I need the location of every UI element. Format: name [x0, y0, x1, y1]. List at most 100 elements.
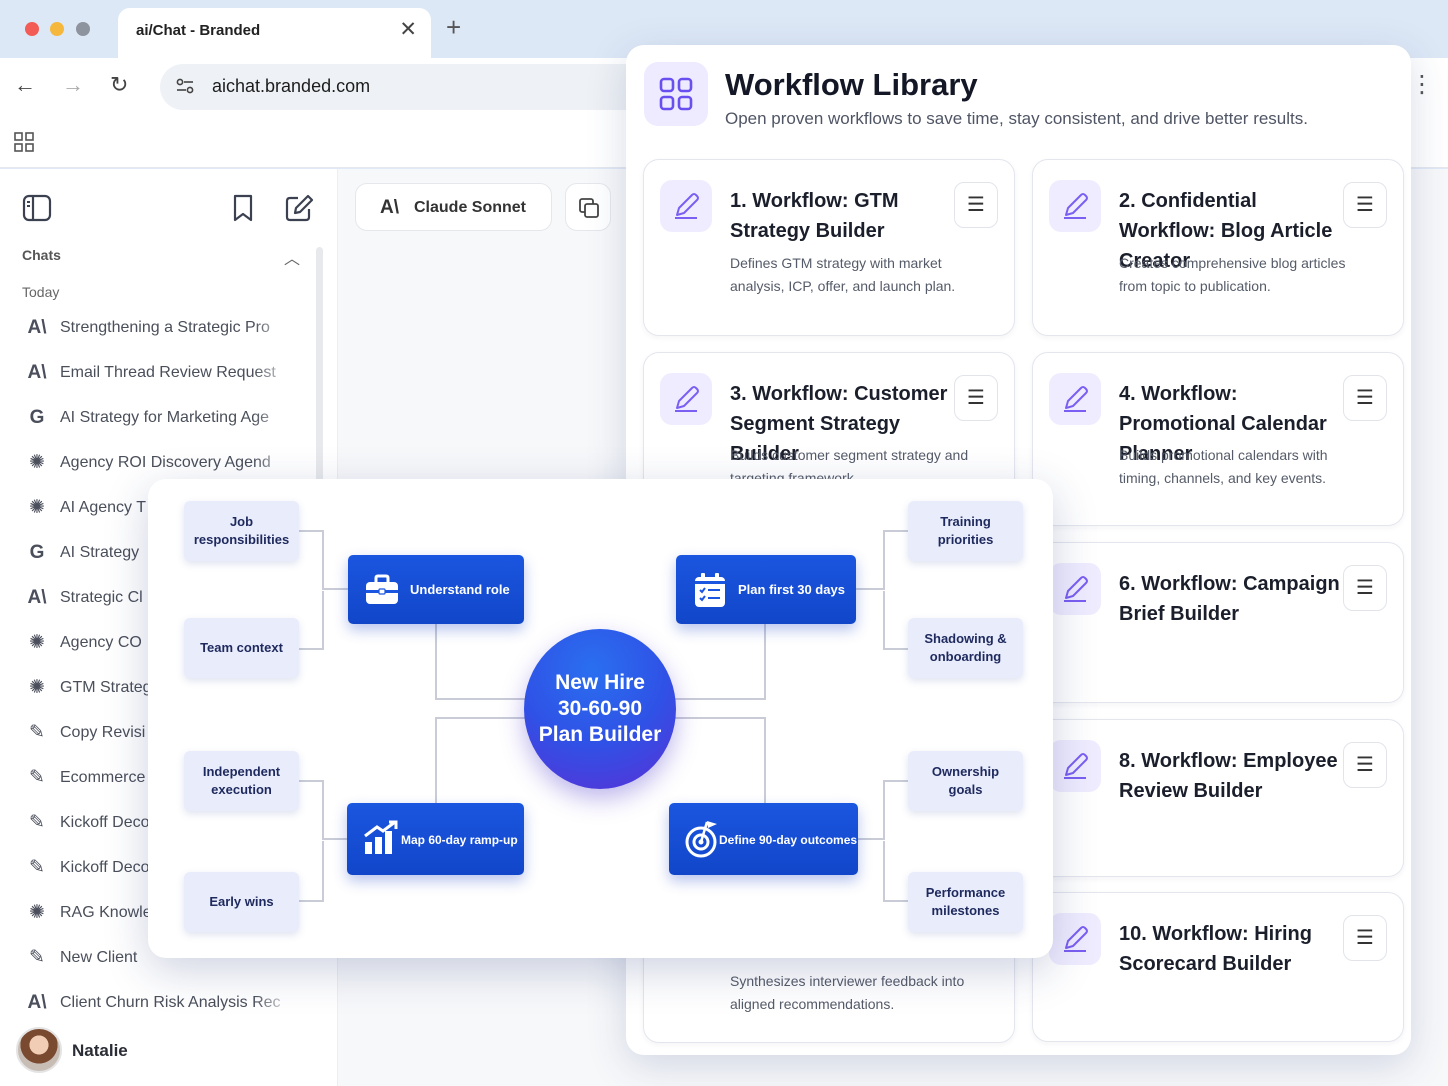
openai-icon: ✺: [29, 452, 45, 473]
library-subtitle: Open proven workflows to save time, stay…: [725, 109, 1308, 128]
openai-icon: ✺: [29, 632, 45, 653]
workflow-card-title: 10. Workflow: Hiring Scorecard Builder: [1119, 923, 1312, 975]
workflow-card-title: 8. Workflow: Employee Review Builder: [1119, 750, 1338, 802]
pencil-icon: [660, 373, 712, 425]
copy-icon: [579, 198, 599, 218]
mind-map-leaf: Independent execution: [184, 751, 299, 811]
chat-title: AI Agency T: [60, 499, 146, 516]
branch-label: Define 90-day outcomes: [719, 833, 858, 847]
chat-title: RAG Knowle: [60, 904, 152, 921]
workflow-card-description: Creates comprehensive blog articles from…: [1119, 255, 1346, 294]
workflow-card-description: Synthesizes interviewer feedback into al…: [730, 973, 965, 1012]
anthropic-icon: A\: [27, 587, 47, 608]
chat-list-item[interactable]: G AI Strategy for Marketing Age: [24, 403, 294, 435]
openai-icon: ✺: [29, 497, 45, 518]
bookmark-icon[interactable]: [228, 193, 258, 223]
new-chat-icon[interactable]: [284, 193, 314, 223]
workflow-card[interactable]: ☰ 2. Confidential Workflow: Blog Article …: [1032, 159, 1404, 336]
model-selector[interactable]: A\ Claude Sonnet: [355, 183, 552, 231]
mind-map-leaf: Job responsibilities: [184, 501, 299, 561]
feather-icon: ✎: [29, 857, 45, 878]
mind-map-card: Job responsibilities Team context Traini…: [148, 479, 1053, 958]
grid-icon: [659, 77, 693, 111]
chat-title: GTM Strateg: [60, 679, 152, 696]
avatar: [16, 1027, 62, 1073]
branch-label: Understand role: [410, 582, 510, 597]
anthropic-icon: A\: [380, 197, 399, 218]
tab-title: ai/Chat - Branded: [136, 22, 261, 39]
user-name: Natalie: [72, 1041, 128, 1060]
anthropic-icon: A\: [27, 317, 47, 338]
reload-icon[interactable]: ↻: [110, 72, 128, 98]
chat-title: Copy Revisi: [60, 724, 146, 741]
model-label: Claude Sonnet: [414, 199, 527, 216]
chat-title: New Client: [60, 949, 138, 966]
calendar-checklist-icon: [695, 573, 725, 607]
mind-map-branch-plan-first-30-days: Plan first 30 days: [676, 555, 856, 624]
chat-group-label: Today: [22, 284, 60, 300]
chat-title: Agency CO: [60, 634, 142, 651]
openai-icon: ✺: [29, 902, 45, 923]
mind-map-leaf: Team context: [184, 618, 299, 678]
url-text: aichat.branded.com: [212, 76, 371, 96]
chat-title: Strategic Cl: [60, 589, 143, 606]
feather-icon: ✎: [29, 767, 45, 788]
anthropic-icon: A\: [27, 992, 47, 1013]
chat-title: AI Strategy for Marketing Age: [60, 409, 269, 426]
close-window-button[interactable]: [25, 22, 39, 36]
chat-title: Strengthening a Strategic Pro: [60, 319, 270, 336]
chat-list-item[interactable]: ✺ Agency ROI Discovery Agend: [24, 448, 294, 480]
chat-title: Kickoff Deco: [60, 814, 150, 831]
anthropic-icon: A\: [27, 362, 47, 383]
workflow-card-description: Defines GTM strategy with market analysi…: [730, 255, 956, 294]
growth-chart-icon: [364, 820, 398, 854]
close-tab-icon[interactable]: ✕: [399, 17, 417, 42]
back-icon[interactable]: ←: [14, 72, 36, 98]
mind-map-branch-define-90-day-outcomes: Define 90-day outcomes: [669, 803, 858, 875]
new-tab-icon[interactable]: +: [446, 12, 461, 43]
minimize-window-button[interactable]: [50, 22, 64, 36]
chat-title: Agency ROI Discovery Agend: [60, 454, 271, 471]
pencil-icon: [660, 180, 712, 232]
copy-button[interactable]: [565, 183, 611, 231]
mind-map-leaf: Shadowing & onboarding: [908, 618, 1023, 678]
chat-title: Ecommerce: [60, 769, 146, 786]
collapse-chevron-icon[interactable]: ︿: [284, 245, 300, 269]
chat-list-item[interactable]: A\ Email Thread Review Request: [24, 358, 294, 390]
pencil-icon: [1049, 373, 1101, 425]
workflow-card[interactable]: ☰6. Workflow: Campaign Brief BuilderBuil…: [1032, 542, 1404, 703]
mind-map-leaf: Performance milestones: [908, 872, 1023, 932]
workflow-card-title: 6. Workflow: Campaign Brief Builder: [1119, 573, 1340, 625]
workflow-card[interactable]: ☰ 1. Workflow: GTM Strategy Builder Define…: [643, 159, 1015, 336]
workflow-card-description: Builds promotional calendars with timing…: [1119, 447, 1328, 486]
target-flag-icon: [685, 821, 717, 858]
maximize-window-button[interactable]: [76, 22, 90, 36]
workflow-card[interactable]: ☰10. Workflow: Hiring Scorecard BuilderB…: [1032, 892, 1404, 1042]
chat-list-item[interactable]: A\ Client Churn Risk Analysis Rec: [24, 988, 294, 1020]
openai-icon: ✺: [29, 677, 45, 698]
forward-icon[interactable]: →: [62, 72, 84, 98]
workflow-card[interactable]: ☰8. Workflow: Employee Review BuilderBui…: [1032, 719, 1404, 877]
chat-title: AI Strategy: [60, 544, 140, 561]
workflow-card[interactable]: ☰ 4. Workflow: Promotional Calendar Plann…: [1032, 352, 1404, 526]
pencil-icon: [1049, 913, 1101, 965]
sidebar-scrollbar[interactable]: [316, 247, 323, 487]
chat-title: Kickoff Deco: [60, 859, 150, 876]
toggle-sidebar-icon[interactable]: [22, 193, 52, 223]
chat-list-item[interactable]: A\ Strengthening a Strategic Pro: [24, 313, 294, 345]
site-settings-icon[interactable]: [174, 75, 196, 97]
mind-map-hub: New Hire 30-60-90 Plan Builder: [524, 629, 676, 789]
library-title: Workflow Library: [725, 67, 978, 102]
browser-tab[interactable]: ai/Chat - Branded ✕: [118, 8, 431, 58]
google-icon: G: [29, 407, 45, 428]
mind-map-branch-map-60-day-ramp-up: Map 60-day ramp-up: [347, 803, 524, 875]
hub-line: New Hire: [555, 671, 645, 694]
branch-label: Plan first 30 days: [738, 582, 845, 597]
mind-map-leaf: Early wins: [184, 872, 299, 932]
pencil-icon: [1049, 740, 1101, 792]
chat-title: Email Thread Review Request: [60, 364, 276, 381]
hub-line: 30-60-90: [557, 697, 643, 720]
apps-grid-icon[interactable]: [14, 132, 34, 152]
mind-map-leaf: Training priorities: [908, 501, 1023, 561]
browser-menu-icon[interactable]: ⋮: [1410, 70, 1434, 99]
